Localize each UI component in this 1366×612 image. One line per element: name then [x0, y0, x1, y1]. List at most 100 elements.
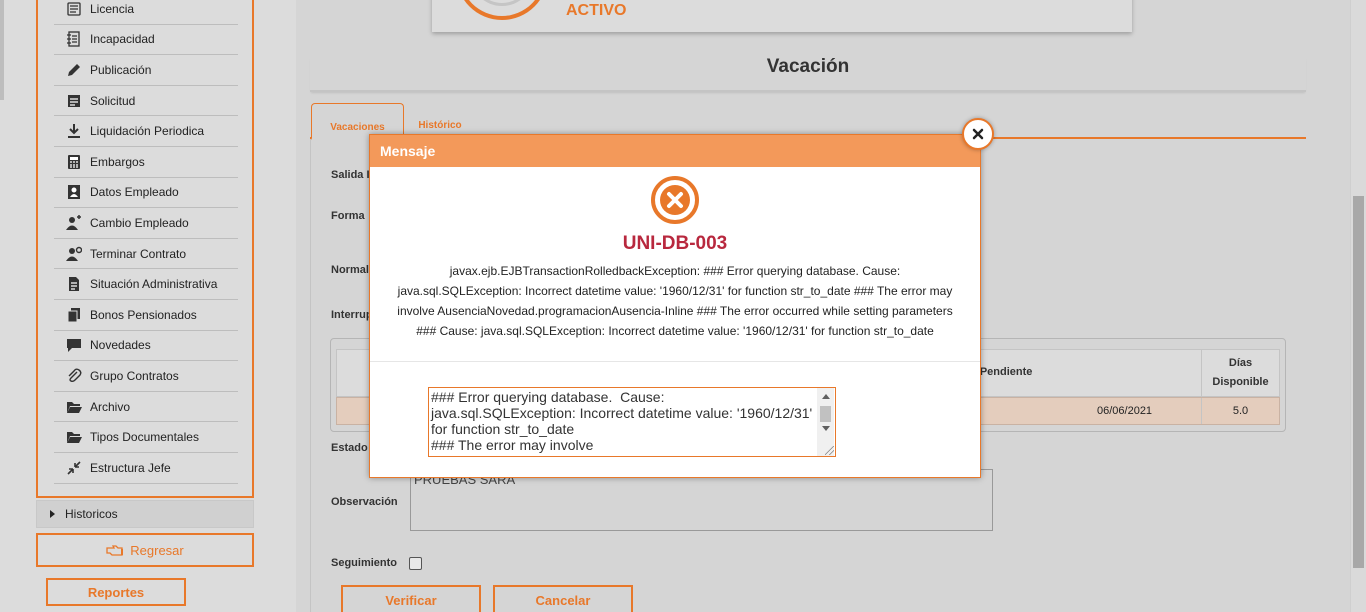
sidebar-item-situacion-administrativa[interactable]: Situación Administrativa — [54, 269, 238, 300]
calculator-icon — [64, 153, 84, 171]
sidebar-item-label: Grupo Contratos — [90, 368, 179, 383]
download-icon — [64, 122, 84, 140]
sidebar: Licencia Incapacidad Publicación Solicitud L… — [0, 0, 296, 612]
sidebar-item-label: Cambio Empleado — [90, 215, 189, 230]
label-seguimiento: Seguimiento — [331, 557, 398, 569]
message-modal: Mensaje UNI-DB-003 javax.ejb.EJBTransact… — [369, 134, 981, 478]
paperclip-icon — [64, 367, 84, 385]
sidebar-item-grupo-contratos[interactable]: Grupo Contratos — [54, 361, 238, 392]
request-icon — [64, 92, 84, 110]
sidebar-item-cambio-empleado[interactable]: Cambio Empleado — [54, 208, 238, 239]
cancelar-button[interactable]: Cancelar — [493, 585, 633, 612]
pen-icon — [64, 61, 84, 79]
sidebar-item-tipos-documentales[interactable]: Tipos Documentales — [54, 422, 238, 453]
error-message-line: involve AusenciaNovedad.programacionAuse… — [397, 304, 953, 318]
reportes-label: Reportes — [87, 584, 145, 600]
sidebar-menu: Licencia Incapacidad Publicación Solicitud L… — [36, 0, 254, 498]
status-card: ACTIVO — [432, 0, 1132, 32]
error-icon — [651, 176, 699, 224]
compress-icon — [64, 459, 84, 477]
folder-open-icon — [64, 428, 84, 446]
sidebar-item-embargos[interactable]: Embargos — [54, 147, 238, 178]
document-icon — [64, 275, 84, 293]
sidebar-item-label: Situación Administrativa — [90, 277, 218, 292]
sidebar-item-datos-empleado[interactable]: Datos Empleado — [54, 178, 238, 209]
sidebar-item-publicacion[interactable]: Publicación — [54, 55, 238, 86]
page-scrollbar-thumb[interactable] — [1353, 196, 1364, 568]
observacion-textarea[interactable]: PRUEBAS SARA — [410, 469, 993, 531]
reportes-button[interactable]: Reportes — [46, 578, 186, 606]
hand-point-icon — [106, 544, 124, 556]
sidebar-item-label: Novedades — [90, 338, 151, 353]
license-icon — [64, 0, 84, 18]
error-message-line: ### Cause: java.sql.SQLException: Incorr… — [416, 324, 934, 338]
modal-title: Mensaje — [380, 143, 436, 159]
sidebar-edge — [0, 0, 4, 100]
sidebar-item-archivo[interactable]: Archivo — [54, 392, 238, 423]
employee-card-icon — [64, 183, 84, 201]
sidebar-item-label: Datos Empleado — [90, 185, 179, 200]
sidebar-item-estructura-jefe[interactable]: Estructura Jefe — [54, 453, 238, 484]
grid-col-dias: Días Disponible — [1201, 350, 1279, 396]
sidebar-item-solicitud[interactable]: Solicitud — [54, 86, 238, 117]
caret-right-icon — [50, 510, 55, 518]
label-observacion: Observación — [331, 496, 398, 508]
label-forma: Forma — [331, 210, 365, 222]
bonds-icon — [64, 306, 84, 324]
sidebar-item-bonos-pensionados[interactable]: Bonos Pensionados — [54, 300, 238, 331]
page-title: Vacación — [310, 56, 1306, 92]
grid-col-dias-line2: Disponible — [1212, 376, 1269, 388]
verificar-button[interactable]: Verificar — [341, 585, 481, 612]
label-salida: Salida I — [331, 169, 370, 181]
regresar-button[interactable]: Regresar — [36, 533, 254, 567]
modal-header: Mensaje — [370, 135, 980, 167]
error-message-line: javax.ejb.EJBTransactionRolledbackExcept… — [449, 264, 901, 278]
sidebar-item-label: Bonos Pensionados — [90, 307, 197, 322]
sidebar-item-novedades[interactable]: Novedades — [54, 331, 238, 362]
sidebar-item-label: Publicación — [90, 62, 152, 77]
regresar-label: Regresar — [130, 542, 184, 558]
label-interrup: Interrup — [331, 309, 373, 321]
sidebar-item-licencia[interactable]: Licencia — [54, 0, 238, 25]
sidebar-item-label: Liquidación Periodica — [90, 124, 205, 139]
label-normal: Normal — [331, 264, 369, 276]
sidebar-item-label: Tipos Documentales — [90, 430, 199, 445]
page-scrollbar[interactable] — [1350, 0, 1366, 612]
detail-scrollbar-thumb[interactable] — [820, 406, 831, 422]
seguimiento-checkbox[interactable] — [409, 557, 422, 570]
sidebar-item-label: Estructura Jefe — [90, 460, 171, 475]
sidebar-item-label: Incapacidad — [90, 32, 155, 47]
comment-icon — [64, 336, 84, 354]
historicos-label: Historicos — [65, 507, 118, 521]
cancelar-label: Cancelar — [535, 592, 591, 608]
modal-separator — [370, 361, 980, 362]
sidebar-item-label: Embargos — [90, 154, 145, 169]
sidebar-historicos[interactable]: Historicos — [36, 500, 254, 528]
error-message-line: java.sql.SQLException: Incorrect datetim… — [397, 284, 953, 298]
sidebar-item-liquidacion-periodica[interactable]: Liquidación Periodica — [54, 116, 238, 147]
close-icon — [972, 128, 984, 140]
sidebar-item-terminar-contrato[interactable]: Terminar Contrato — [54, 239, 238, 270]
disability-icon — [64, 30, 84, 48]
error-code: UNI-DB-003 — [622, 233, 728, 254]
modal-close-button[interactable] — [962, 118, 994, 150]
sidebar-item-label: Terminar Contrato — [90, 246, 187, 261]
grid-cell-dias: 5.0 — [1201, 398, 1279, 424]
resize-grip-icon[interactable] — [825, 446, 834, 455]
grid-col-dias-line1: Días — [1228, 357, 1253, 369]
scroll-up-icon[interactable] — [822, 394, 830, 399]
error-detail-textarea[interactable]: ### Error querying database. Cause: java… — [428, 387, 836, 457]
sidebar-item-label: Solicitud — [90, 93, 136, 108]
folder-open-icon — [64, 398, 84, 416]
user-change-icon — [64, 214, 84, 232]
scroll-down-icon[interactable] — [822, 426, 830, 431]
sidebar-item-incapacidad[interactable]: Incapacidad — [54, 25, 238, 56]
verificar-label: Verificar — [385, 592, 437, 608]
user-terminate-icon — [64, 245, 84, 263]
label-estado: Estado — [331, 442, 368, 454]
grid-cell-date: 06/06/2021 — [1097, 405, 1153, 417]
error-message: javax.ejb.EJBTransactionRolledbackExcept… — [374, 261, 976, 341]
sidebar-menu-list: Licencia Incapacidad Publicación Solicitud L… — [54, 0, 238, 484]
sidebar-item-label: Licencia — [90, 1, 135, 16]
sidebar-item-label: Archivo — [90, 399, 131, 414]
